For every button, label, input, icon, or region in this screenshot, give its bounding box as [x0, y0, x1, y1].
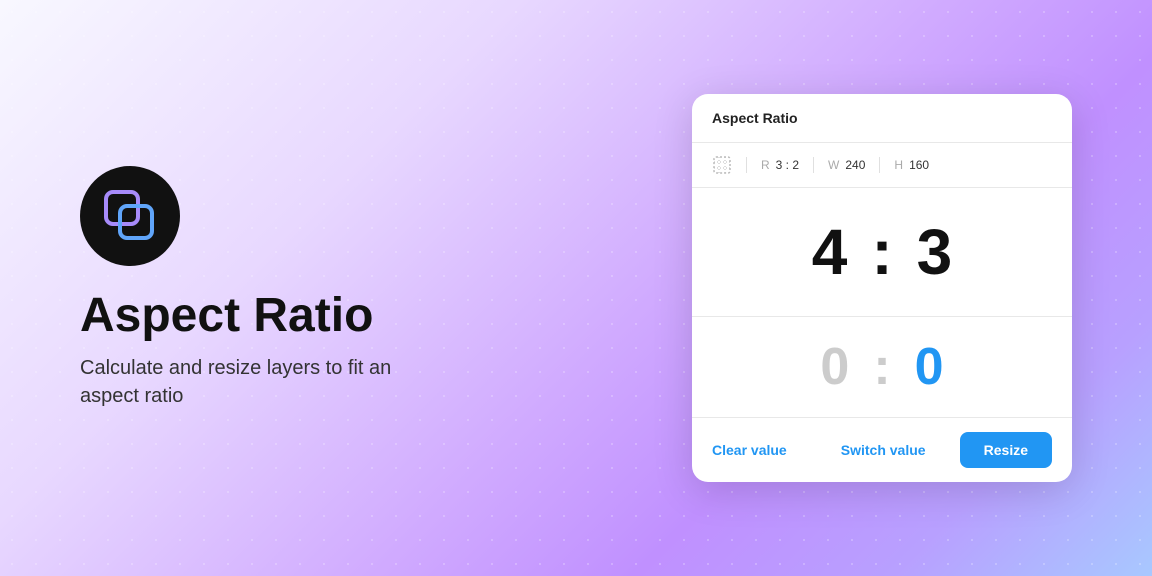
- height-label: H: [894, 158, 903, 172]
- switch-value-button[interactable]: Switch value: [807, 438, 960, 462]
- toolbar-divider-2: [813, 157, 814, 173]
- panel-header: Aspect Ratio: [692, 94, 1072, 143]
- logo-icon: [102, 188, 158, 244]
- ratio-main-left: 4: [812, 220, 848, 284]
- ratio-input-colon: :: [873, 341, 890, 393]
- ratio-value: 3 : 2: [776, 158, 799, 172]
- sub-title: Calculate and resize layers to fit an as…: [80, 354, 420, 410]
- left-text: Aspect Ratio Calculate and resize layers…: [80, 290, 612, 411]
- panel-footer: Clear value Switch value Resize: [692, 418, 1072, 482]
- height-value: 160: [909, 158, 929, 172]
- resize-icon: [712, 155, 732, 175]
- ratio-input-display: 0 : 0: [692, 317, 1072, 418]
- main-title: Aspect Ratio: [80, 290, 612, 343]
- logo-circle: [80, 166, 180, 266]
- panel-toolbar: R 3 : 2 W 240 H 160: [692, 143, 1072, 188]
- ratio-main-colon: :: [871, 220, 892, 284]
- left-panel: Aspect Ratio Calculate and resize layers…: [80, 166, 612, 411]
- ratio-field: R 3 : 2: [761, 158, 799, 172]
- content-area: Aspect Ratio Calculate and resize layers…: [0, 0, 1152, 576]
- toolbar-divider-3: [879, 157, 880, 173]
- width-value: 240: [845, 158, 865, 172]
- aspect-ratio-panel: Aspect Ratio R 3 : 2 W 240: [692, 94, 1072, 482]
- ratio-input-left: 0: [820, 341, 849, 393]
- resize-button[interactable]: Resize: [960, 432, 1052, 468]
- width-label: W: [828, 158, 839, 172]
- ratio-input-right: 0: [915, 341, 944, 393]
- height-field: H 160: [894, 158, 929, 172]
- width-field: W 240: [828, 158, 865, 172]
- ratio-label: R: [761, 158, 770, 172]
- panel-title: Aspect Ratio: [712, 110, 798, 126]
- clear-value-button[interactable]: Clear value: [712, 438, 787, 462]
- ratio-main-display: 4 : 3: [692, 188, 1072, 317]
- ratio-main-right: 3: [917, 220, 953, 284]
- toolbar-divider-1: [746, 157, 747, 173]
